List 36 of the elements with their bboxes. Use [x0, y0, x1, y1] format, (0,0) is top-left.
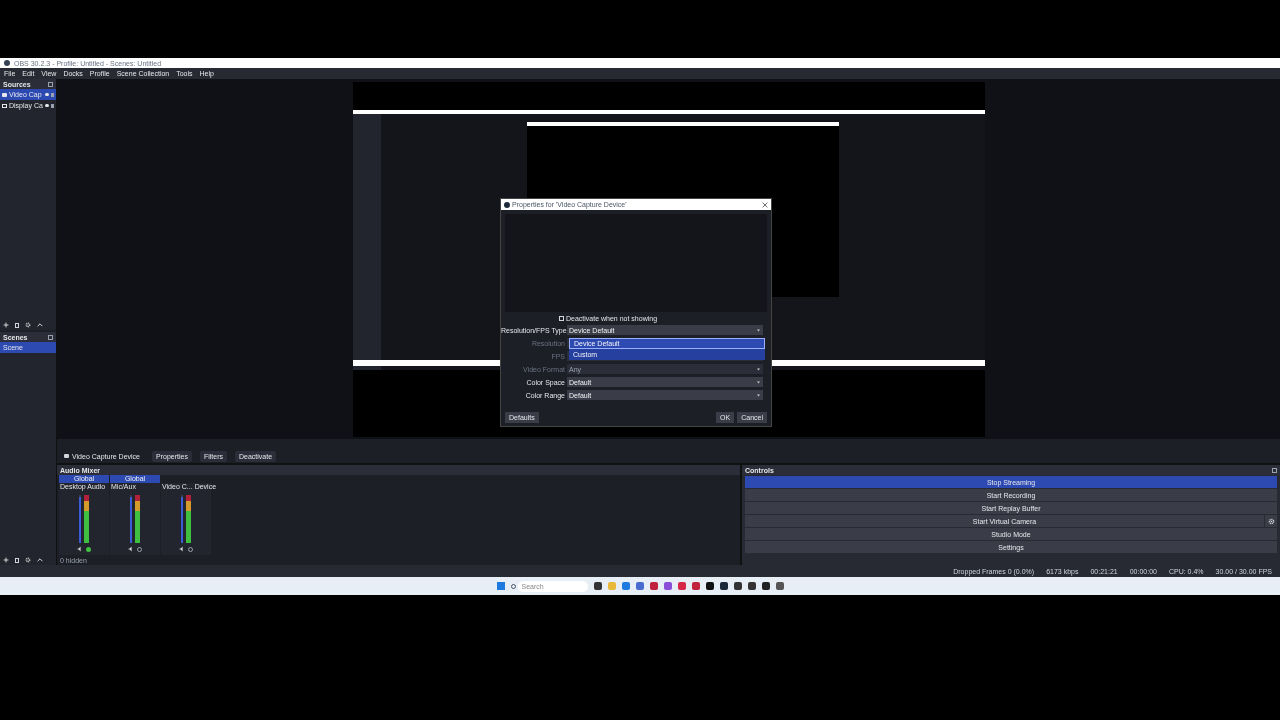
- audio-meter-drawing: [186, 495, 191, 543]
- app-icon: [4, 60, 10, 66]
- caret-icon: [756, 392, 761, 398]
- eye-icon[interactable]: [45, 93, 49, 96]
- speaker-icon[interactable]: [179, 546, 185, 552]
- speaker-icon[interactable]: [77, 546, 83, 552]
- app-icon: [504, 201, 510, 208]
- trash-icon[interactable]: [15, 322, 19, 328]
- caret-icon: [756, 327, 761, 333]
- up-icon[interactable]: [37, 557, 43, 563]
- up-icon[interactable]: [37, 322, 43, 328]
- close-icon[interactable]: [762, 201, 768, 208]
- add-icon[interactable]: [3, 557, 9, 563]
- audio-meter-drawing: [135, 495, 140, 543]
- caret-icon: [756, 379, 761, 385]
- camera-icon: [2, 92, 7, 97]
- start-icon[interactable]: [496, 582, 505, 590]
- checkbox[interactable]: [559, 316, 564, 321]
- lock-icon[interactable]: [51, 92, 54, 97]
- undock-icon[interactable]: [1272, 467, 1277, 473]
- speaker-icon[interactable]: [128, 546, 134, 552]
- add-icon[interactable]: [3, 322, 9, 328]
- camera-icon: [64, 454, 69, 458]
- undock-icon[interactable]: [48, 334, 53, 340]
- settings-icon[interactable]: [25, 322, 31, 328]
- caret-icon: [756, 366, 761, 372]
- headphones-icon[interactable]: [86, 546, 91, 552]
- settings-icon: [1267, 517, 1275, 525]
- settings-button[interactable]: [1265, 515, 1277, 527]
- settings-icon[interactable]: [25, 557, 31, 563]
- trash-icon[interactable]: [15, 557, 19, 563]
- eye-icon[interactable]: [45, 104, 49, 107]
- lock-icon[interactable]: [51, 103, 54, 108]
- audio-meter-drawing: [84, 495, 89, 543]
- monitor-icon: [2, 103, 7, 108]
- undock-icon[interactable]: [48, 81, 53, 87]
